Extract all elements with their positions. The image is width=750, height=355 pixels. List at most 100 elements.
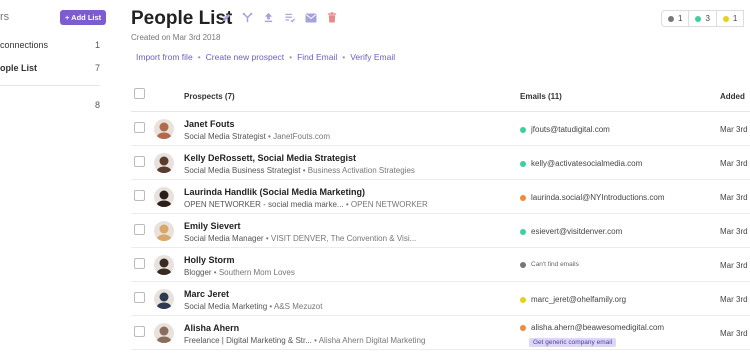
avatar[interactable]	[154, 153, 174, 173]
table-row[interactable]: Laurinda Handlik (Social Media Marketing…	[131, 180, 750, 214]
avatar[interactable]	[154, 221, 174, 241]
sidebar-item-label: connections	[0, 40, 49, 50]
table-row[interactable]: Emily Sievert Social Media Manager • VIS…	[131, 214, 750, 248]
prospect-organization: Business Activation Strategies	[307, 166, 415, 175]
status-badge-yellow[interactable]: 1	[716, 10, 745, 27]
table-row[interactable]: Marc Jeret Social Media Marketing • A&S …	[131, 282, 750, 316]
select-all-checkbox[interactable]	[134, 88, 145, 99]
table-row[interactable]: Janet Fouts Social Media Strategist • Ja…	[131, 112, 750, 146]
prospect-details: Social Media Manager • VISIT DENVER, The…	[184, 234, 417, 243]
email-address: alisha.ahern@beawesomedigital.com	[531, 323, 665, 332]
prospect-details: Social Media Strategist • JanetFouts.com	[184, 132, 330, 141]
prospect-name[interactable]: Marc Jeret	[184, 289, 229, 299]
prospect-email[interactable]: esievert@visitdenver.com	[520, 227, 622, 236]
badge-count: 1	[678, 14, 683, 23]
status-badge-green[interactable]: 3	[689, 10, 717, 27]
added-date: Mar 3rd	[720, 159, 748, 168]
row-checkbox[interactable]	[134, 326, 145, 337]
column-header-emails[interactable]: Emails (11)	[520, 92, 562, 101]
prospect-organization: OPEN NETWORKER	[350, 200, 428, 209]
added-date: Mar 3rd	[720, 125, 748, 134]
table-row[interactable]: Alisha Ahern Freelance | Digital Marketi…	[131, 316, 750, 350]
email-status-dot-icon	[520, 228, 526, 235]
pencil-icon[interactable]	[220, 11, 233, 24]
table-row[interactable]: Kelly DeRossett, Social Media Strategist…	[131, 146, 750, 180]
prospect-email[interactable]: alisha.ahern@beawesomedigital.com	[520, 323, 664, 332]
added-date: Mar 3rd	[720, 329, 748, 338]
row-checkbox[interactable]	[134, 224, 145, 235]
prospect-details: Social Media Marketing • A&S Mezuzot	[184, 302, 323, 311]
email-status-dot-icon	[520, 324, 526, 331]
prospect-title: Social Media Manager	[184, 234, 264, 243]
create-new-prospect-link[interactable]: Create new prospect	[206, 52, 284, 62]
separator-dot: •	[197, 52, 201, 62]
trash-icon[interactable]	[325, 11, 338, 24]
prospect-email[interactable]: marc_jeret@ohelfamily.org	[520, 295, 626, 304]
table-row[interactable]: Holly Storm Blogger • Southern Mom Loves…	[131, 248, 750, 282]
prospect-details: OPEN NETWORKER - social media marke... •…	[184, 200, 428, 209]
email-status-dot-icon	[520, 194, 526, 201]
mail-icon[interactable]	[304, 11, 317, 24]
prospect-organization: Alisha Ahern Digital Marketing	[318, 336, 426, 345]
prospect-name[interactable]: Holly Storm	[184, 255, 235, 265]
prospect-title: OPEN NETWORKER - social media marke...	[184, 200, 344, 209]
column-header-added[interactable]: Added	[720, 92, 745, 101]
prospect-name[interactable]: Emily Sievert	[184, 221, 241, 231]
avatar[interactable]	[154, 323, 174, 343]
sidebar-divider	[0, 85, 100, 86]
email-address: laurinda.social@NYIntroductions.com	[531, 193, 665, 202]
email-status-dot-icon	[520, 296, 526, 303]
generic-email-tag[interactable]: Get generic company email	[529, 338, 617, 347]
prospect-email[interactable]: kelly@activatesocialmedia.com	[520, 159, 642, 168]
avatar[interactable]	[154, 289, 174, 309]
row-checkbox[interactable]	[134, 156, 145, 167]
email-address: esievert@visitdenver.com	[531, 227, 623, 236]
row-checkbox[interactable]	[134, 292, 145, 303]
add-list-button[interactable]: + Add List	[60, 10, 107, 25]
list-actions: Import from file • Create new prospect • Fin…	[136, 52, 395, 62]
added-date: Mar 3rd	[720, 295, 748, 304]
upload-icon[interactable]	[262, 11, 275, 24]
sidebar: rs + Add List connections 1 ople List 7 …	[0, 0, 111, 355]
prospect-organization: JanetFouts.com	[273, 132, 330, 141]
prospect-email[interactable]: jfouts@tatudigital.com	[520, 125, 610, 134]
prospect-organization: VISIT DENVER, The Convention & Visi...	[270, 234, 417, 243]
page-title: People List	[131, 8, 233, 29]
created-date: Created on Mar 3rd 2018	[131, 33, 221, 42]
import-from-file-link[interactable]: Import from file	[136, 52, 193, 62]
avatar[interactable]	[154, 255, 174, 275]
separator-dot: •	[342, 52, 346, 62]
avatar[interactable]	[154, 187, 174, 207]
green-dot-icon	[695, 15, 702, 22]
email-address: kelly@activatesocialmedia.com	[531, 159, 643, 168]
filter-icon[interactable]	[241, 11, 254, 24]
email-address: marc_jeret@ohelfamily.org	[531, 295, 627, 304]
row-checkbox[interactable]	[134, 258, 145, 269]
email-status-dot-icon	[520, 160, 526, 167]
added-date: Mar 3rd	[720, 227, 748, 236]
email-status-badges: 1 3 1	[661, 10, 745, 27]
prospect-name[interactable]: Janet Fouts	[184, 119, 235, 129]
prospect-title: Social Media Business Strategist	[184, 166, 301, 175]
verify-email-link[interactable]: Verify Email	[350, 52, 395, 62]
prospect-details: Freelance | Digital Marketing & Str... •…	[184, 336, 426, 345]
prospect-name[interactable]: Kelly DeRossett, Social Media Strategist	[184, 153, 356, 163]
prospect-email[interactable]: laurinda.social@NYIntroductions.com	[520, 193, 665, 202]
row-checkbox[interactable]	[134, 122, 145, 133]
prospect-name[interactable]: Alisha Ahern	[184, 323, 239, 333]
yellow-dot-icon	[722, 15, 729, 22]
sidebar-title: rs	[0, 11, 10, 23]
column-header-prospects[interactable]: Prospects (7)	[184, 92, 235, 101]
gray-dot-icon	[668, 15, 674, 22]
avatar[interactable]	[154, 119, 174, 139]
find-email-link[interactable]: Find Email	[297, 52, 337, 62]
added-date: Mar 3rd	[720, 261, 748, 270]
list-check-icon[interactable]	[283, 11, 296, 24]
added-date: Mar 3rd	[720, 193, 748, 202]
prospect-details: Social Media Business Strategist • Busin…	[184, 166, 415, 175]
sidebar-item-label: ople List	[0, 63, 38, 73]
row-checkbox[interactable]	[134, 190, 145, 201]
prospect-email[interactable]: Can't find emails	[520, 261, 579, 268]
prospect-name[interactable]: Laurinda Handlik (Social Media Marketing…	[184, 187, 365, 197]
status-badge-gray[interactable]: 1	[661, 10, 690, 27]
